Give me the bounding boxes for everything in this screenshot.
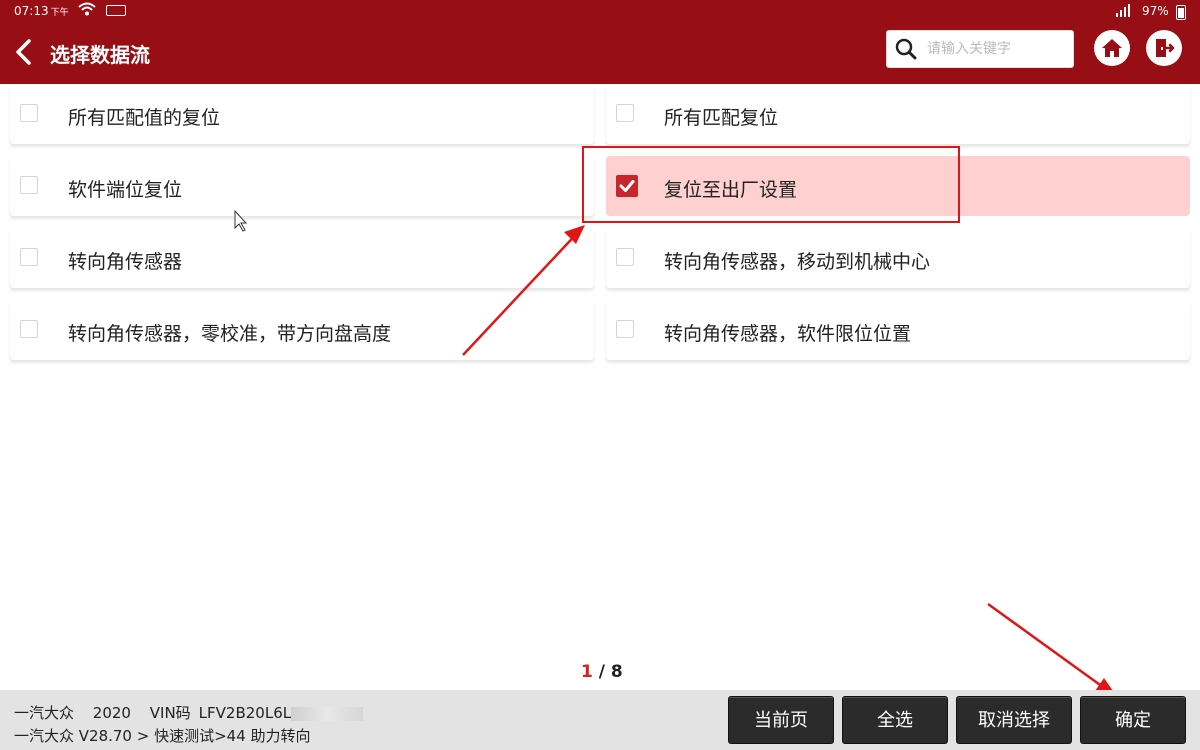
home-button[interactable]: [1094, 30, 1130, 66]
page-indicator: 1 / 8: [581, 662, 623, 682]
item-label: 转向角传感器，移动到机械中心: [664, 251, 931, 273]
status-bar: 07:13 下午 97%: [0, 0, 1200, 24]
item-label: 复位至出厂设置: [664, 179, 798, 201]
vin-label: VIN码: [149, 704, 191, 722]
checkbox[interactable]: [20, 248, 38, 266]
check-icon: [619, 180, 635, 192]
back-arrow-icon[interactable]: [12, 38, 36, 66]
exit-icon: [1156, 39, 1175, 57]
vin-value: LFV2B20L6L: [198, 704, 292, 722]
list-item[interactable]: 转向角传感器，软件限位位置: [606, 300, 1190, 360]
list-item[interactable]: 所有匹配复位: [606, 84, 1190, 144]
vehicle-info: 一汽大众 2020 VIN码 LFV2B20L6L: [14, 702, 377, 723]
list-item[interactable]: 转向角传感器: [10, 228, 594, 288]
search-icon: [895, 38, 917, 64]
list-item[interactable]: 转向角传感器，移动到机械中心: [606, 228, 1190, 288]
checkbox[interactable]: [20, 176, 38, 194]
breadcrumb: 一汽大众 V28.70 > 快速测试>44 助力转向: [14, 727, 311, 745]
current-page-button[interactable]: 当前页: [728, 696, 834, 744]
checkbox[interactable]: [20, 104, 38, 122]
signal-icon: [1116, 4, 1130, 20]
item-label: 转向角传感器: [68, 251, 183, 273]
item-label: 转向角传感器，零校准，带方向盘高度: [68, 323, 392, 345]
list-item[interactable]: 所有匹配值的复位: [10, 84, 594, 144]
wifi-icon: [78, 2, 96, 19]
item-label: 所有匹配值的复位: [68, 107, 221, 129]
item-label: 所有匹配复位: [664, 107, 779, 129]
checkbox[interactable]: [616, 320, 634, 338]
search-box[interactable]: [886, 30, 1074, 68]
vehicle-year: 2020: [92, 704, 131, 722]
item-label: 转向角传感器，软件限位位置: [664, 323, 912, 345]
title-bar: 选择数据流: [0, 24, 1200, 84]
vehicle-make: 一汽大众: [14, 704, 75, 722]
search-input[interactable]: [927, 37, 1067, 61]
battery-saver-icon: [106, 5, 126, 16]
confirm-button[interactable]: 确定: [1080, 696, 1186, 744]
battery-icon: [1176, 5, 1186, 20]
cancel-selection-button[interactable]: 取消选择: [956, 696, 1072, 744]
checkbox[interactable]: [616, 104, 634, 122]
checkbox[interactable]: [616, 248, 634, 266]
status-time: 07:13 下午: [14, 4, 69, 18]
checkbox[interactable]: [20, 320, 38, 338]
list-item[interactable]: 软件端位复位: [10, 156, 594, 216]
home-icon: [1102, 39, 1122, 57]
annotation-arrow-to-confirm: [987, 602, 1115, 697]
battery-percent: 97%: [1142, 4, 1169, 18]
item-label: 软件端位复位: [68, 179, 183, 201]
list-item[interactable]: 转向角传感器，零校准，带方向盘高度: [10, 300, 594, 360]
select-all-button[interactable]: 全选: [842, 696, 948, 744]
redacted-vin: [291, 706, 364, 721]
footer-bar: 一汽大众 2020 VIN码 LFV2B20L6L 一汽大众 V28.70 > 快…: [0, 690, 1200, 750]
list-item-selected[interactable]: 复位至出厂设置: [606, 156, 1190, 216]
exit-button[interactable]: [1146, 30, 1182, 66]
checkbox-checked[interactable]: [616, 175, 638, 197]
page-title: 选择数据流: [50, 43, 150, 67]
